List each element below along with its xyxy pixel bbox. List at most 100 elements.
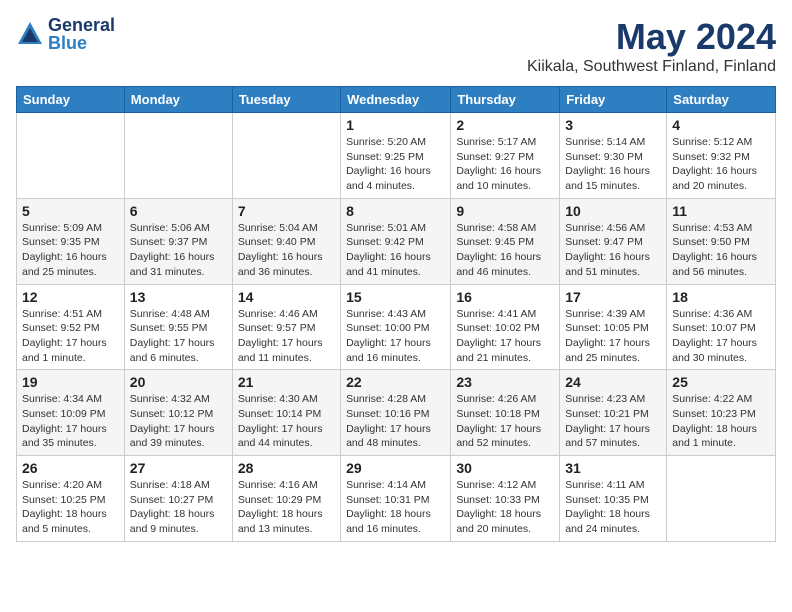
- calendar-cell: 6 Sunrise: 5:06 AM Sunset: 9:37 PM Daylig…: [124, 198, 232, 284]
- logo-blue-text: Blue: [48, 34, 115, 52]
- day-number: 28: [238, 460, 335, 476]
- calendar-week-1: 5Sunrise: 5:09 AM Sunset: 9:35 PM Daylig…: [17, 198, 776, 284]
- day-number: 20: [130, 374, 227, 390]
- day-number: 19: [22, 374, 119, 390]
- day-number: 2: [456, 117, 554, 133]
- day-info: Sunrise: 4:41 AM Sunset: 10:02 PM Daylig…: [456, 307, 554, 366]
- day-number: 22: [346, 374, 445, 390]
- calendar-body: 1 Sunrise: 5:20 AM Sunset: 9:25 PM Daylig…: [17, 113, 776, 542]
- day-info: Sunrise: 4:56 AM Sunset: 9:47 PM Dayligh…: [565, 221, 661, 280]
- day-info: Sunrise: 5:14 AM Sunset: 9:30 PM Dayligh…: [565, 135, 661, 194]
- calendar-week-0: 1 Sunrise: 5:20 AM Sunset: 9:25 PM Daylig…: [17, 113, 776, 199]
- day-number: 11: [672, 203, 770, 219]
- calendar-cell: 15Sunrise: 4:43 AM Sunset: 10:00 PM Dayl…: [341, 284, 451, 370]
- calendar-cell: 11 Sunrise: 4:53 AM Sunset: 9:50 PM Dayli…: [667, 198, 776, 284]
- header-cell-thursday: Thursday: [451, 87, 560, 113]
- logo-general-text: General: [48, 16, 115, 34]
- day-info: Sunrise: 4:32 AM Sunset: 10:12 PM Daylig…: [130, 392, 227, 451]
- calendar-cell: 27 Sunrise: 4:18 AM Sunset: 10:27 PM Dayl…: [124, 456, 232, 542]
- calendar-week-3: 19 Sunrise: 4:34 AM Sunset: 10:09 PM Dayl…: [17, 370, 776, 456]
- day-info: Sunrise: 4:34 AM Sunset: 10:09 PM Daylig…: [22, 392, 119, 451]
- day-number: 30: [456, 460, 554, 476]
- day-info: Sunrise: 4:12 AM Sunset: 10:33 PM Daylig…: [456, 478, 554, 537]
- calendar-cell: 18 Sunrise: 4:36 AM Sunset: 10:07 PM Dayl…: [667, 284, 776, 370]
- day-number: 9: [456, 203, 554, 219]
- day-info: Sunrise: 4:39 AM Sunset: 10:05 PM Daylig…: [565, 307, 661, 366]
- calendar-cell: 26Sunrise: 4:20 AM Sunset: 10:25 PM Dayl…: [17, 456, 125, 542]
- calendar-cell: 17 Sunrise: 4:39 AM Sunset: 10:05 PM Dayl…: [560, 284, 667, 370]
- day-info: Sunrise: 4:14 AM Sunset: 10:31 PM Daylig…: [346, 478, 445, 537]
- day-info: Sunrise: 4:51 AM Sunset: 9:52 PM Dayligh…: [22, 307, 119, 366]
- day-info: Sunrise: 4:23 AM Sunset: 10:21 PM Daylig…: [565, 392, 661, 451]
- calendar-week-2: 12 Sunrise: 4:51 AM Sunset: 9:52 PM Dayli…: [17, 284, 776, 370]
- header-cell-sunday: Sunday: [17, 87, 125, 113]
- calendar-cell: [667, 456, 776, 542]
- calendar-cell: 23 Sunrise: 4:26 AM Sunset: 10:18 PM Dayl…: [451, 370, 560, 456]
- calendar-cell: 1 Sunrise: 5:20 AM Sunset: 9:25 PM Daylig…: [341, 113, 451, 199]
- calendar-cell: 12 Sunrise: 4:51 AM Sunset: 9:52 PM Dayli…: [17, 284, 125, 370]
- day-info: Sunrise: 4:22 AM Sunset: 10:23 PM Daylig…: [672, 392, 770, 451]
- day-info: Sunrise: 5:01 AM Sunset: 9:42 PM Dayligh…: [346, 221, 445, 280]
- day-number: 17: [565, 289, 661, 305]
- day-info: Sunrise: 4:58 AM Sunset: 9:45 PM Dayligh…: [456, 221, 554, 280]
- day-number: 18: [672, 289, 770, 305]
- header-cell-monday: Monday: [124, 87, 232, 113]
- day-number: 24: [565, 374, 661, 390]
- day-info: Sunrise: 5:06 AM Sunset: 9:37 PM Dayligh…: [130, 221, 227, 280]
- day-info: Sunrise: 4:11 AM Sunset: 10:35 PM Daylig…: [565, 478, 661, 537]
- calendar-cell: 21 Sunrise: 4:30 AM Sunset: 10:14 PM Dayl…: [232, 370, 340, 456]
- calendar-cell: 3 Sunrise: 5:14 AM Sunset: 9:30 PM Daylig…: [560, 113, 667, 199]
- title-block: May 2024 Kiikala, Southwest Finland, Fin…: [527, 16, 776, 76]
- day-info: Sunrise: 4:16 AM Sunset: 10:29 PM Daylig…: [238, 478, 335, 537]
- day-info: Sunrise: 4:18 AM Sunset: 10:27 PM Daylig…: [130, 478, 227, 537]
- day-info: Sunrise: 5:20 AM Sunset: 9:25 PM Dayligh…: [346, 135, 445, 194]
- header-cell-friday: Friday: [560, 87, 667, 113]
- calendar-cell: 25 Sunrise: 4:22 AM Sunset: 10:23 PM Dayl…: [667, 370, 776, 456]
- day-number: 25: [672, 374, 770, 390]
- day-number: 27: [130, 460, 227, 476]
- page-header: General Blue May 2024 Kiikala, Southwest…: [16, 16, 776, 76]
- day-number: 29: [346, 460, 445, 476]
- day-info: Sunrise: 4:46 AM Sunset: 9:57 PM Dayligh…: [238, 307, 335, 366]
- calendar-cell: 22 Sunrise: 4:28 AM Sunset: 10:16 PM Dayl…: [341, 370, 451, 456]
- day-info: Sunrise: 5:04 AM Sunset: 9:40 PM Dayligh…: [238, 221, 335, 280]
- day-number: 3: [565, 117, 661, 133]
- logo: General Blue: [16, 16, 115, 52]
- calendar-cell: 9 Sunrise: 4:58 AM Sunset: 9:45 PM Daylig…: [451, 198, 560, 284]
- calendar-table: SundayMondayTuesdayWednesdayThursdayFrid…: [16, 86, 776, 542]
- day-number: 23: [456, 374, 554, 390]
- day-info: Sunrise: 4:53 AM Sunset: 9:50 PM Dayligh…: [672, 221, 770, 280]
- calendar-cell: 10 Sunrise: 4:56 AM Sunset: 9:47 PM Dayli…: [560, 198, 667, 284]
- day-number: 10: [565, 203, 661, 219]
- header-cell-tuesday: Tuesday: [232, 87, 340, 113]
- day-number: 21: [238, 374, 335, 390]
- day-number: 6: [130, 203, 227, 219]
- day-number: 12: [22, 289, 119, 305]
- day-number: 1: [346, 117, 445, 133]
- calendar-cell: 5Sunrise: 5:09 AM Sunset: 9:35 PM Daylig…: [17, 198, 125, 284]
- day-info: Sunrise: 4:28 AM Sunset: 10:16 PM Daylig…: [346, 392, 445, 451]
- calendar-cell: 19 Sunrise: 4:34 AM Sunset: 10:09 PM Dayl…: [17, 370, 125, 456]
- day-number: 16: [456, 289, 554, 305]
- subtitle: Kiikala, Southwest Finland, Finland: [527, 58, 776, 76]
- day-info: Sunrise: 4:36 AM Sunset: 10:07 PM Daylig…: [672, 307, 770, 366]
- calendar-cell: 20 Sunrise: 4:32 AM Sunset: 10:12 PM Dayl…: [124, 370, 232, 456]
- day-info: Sunrise: 5:09 AM Sunset: 9:35 PM Dayligh…: [22, 221, 119, 280]
- header-cell-saturday: Saturday: [667, 87, 776, 113]
- calendar-cell: 8Sunrise: 5:01 AM Sunset: 9:42 PM Daylig…: [341, 198, 451, 284]
- day-number: 26: [22, 460, 119, 476]
- day-info: Sunrise: 5:12 AM Sunset: 9:32 PM Dayligh…: [672, 135, 770, 194]
- day-info: Sunrise: 4:26 AM Sunset: 10:18 PM Daylig…: [456, 392, 554, 451]
- calendar-week-4: 26Sunrise: 4:20 AM Sunset: 10:25 PM Dayl…: [17, 456, 776, 542]
- day-number: 14: [238, 289, 335, 305]
- calendar-cell: 30 Sunrise: 4:12 AM Sunset: 10:33 PM Dayl…: [451, 456, 560, 542]
- calendar-cell: 28 Sunrise: 4:16 AM Sunset: 10:29 PM Dayl…: [232, 456, 340, 542]
- day-number: 31: [565, 460, 661, 476]
- calendar-cell: [232, 113, 340, 199]
- day-info: Sunrise: 5:17 AM Sunset: 9:27 PM Dayligh…: [456, 135, 554, 194]
- day-info: Sunrise: 4:30 AM Sunset: 10:14 PM Daylig…: [238, 392, 335, 451]
- calendar-cell: 16 Sunrise: 4:41 AM Sunset: 10:02 PM Dayl…: [451, 284, 560, 370]
- calendar-cell: 2 Sunrise: 5:17 AM Sunset: 9:27 PM Daylig…: [451, 113, 560, 199]
- calendar-cell: 24 Sunrise: 4:23 AM Sunset: 10:21 PM Dayl…: [560, 370, 667, 456]
- day-info: Sunrise: 4:43 AM Sunset: 10:00 PM Daylig…: [346, 307, 445, 366]
